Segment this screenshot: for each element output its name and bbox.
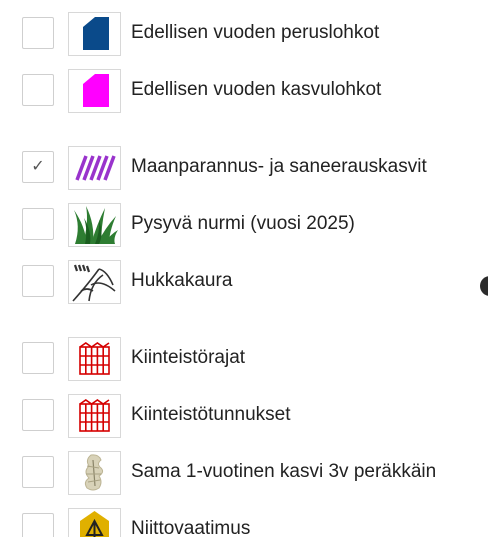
layer-label: Niittovaatimus — [131, 518, 251, 537]
layer-checkbox-wild-oat[interactable] — [22, 265, 54, 297]
layer-checkbox-same-crop-three-years[interactable] — [22, 456, 54, 488]
layer-label: Sama 1-vuotinen kasvi 3v peräkkäin — [131, 461, 437, 482]
layer-row-previous-year-growth-parcels[interactable]: Edellisen vuoden kasvulohkot — [0, 63, 488, 119]
layer-label: Edellisen vuoden peruslohkot — [131, 22, 380, 43]
previous-year-growth-parcel-icon — [68, 69, 121, 113]
layer-label: Edellisen vuoden kasvulohkot — [131, 79, 382, 100]
same-crop-icon — [68, 451, 121, 495]
layer-label: Kiinteistörajat — [131, 347, 246, 368]
layer-label: Pysyvä nurmi (vuosi 2025) — [131, 213, 355, 234]
layer-row-same-crop-three-years[interactable]: Sama 1-vuotinen kasvi 3v peräkkäin — [0, 445, 488, 501]
layer-row-property-boundaries[interactable]: Kiinteistörajat — [0, 331, 488, 387]
layer-row-previous-year-parcels[interactable]: Edellisen vuoden peruslohkot — [0, 6, 488, 62]
layer-checkbox-property-ids[interactable] — [22, 399, 54, 431]
layer-label: Hukkakaura — [131, 270, 233, 291]
layer-checkbox-mowing-requirement[interactable] — [22, 513, 54, 537]
layer-row-soil-improvement-crops[interactable]: ✓ Maanparannus- ja saneerauskasvit — [0, 140, 488, 196]
wild-oat-icon — [68, 260, 121, 304]
layer-row-mowing-requirement[interactable]: Niittovaatimus — [0, 502, 488, 537]
diagonal-hatch-icon — [68, 146, 121, 190]
layer-row-permanent-grassland[interactable]: Pysyvä nurmi (vuosi 2025) — [0, 197, 488, 253]
layer-checkbox-property-boundaries[interactable] — [22, 342, 54, 374]
layer-checkbox-previous-year-parcels[interactable] — [22, 17, 54, 49]
layer-checkbox-soil-improvement-crops[interactable]: ✓ — [22, 151, 54, 183]
previous-year-parcel-icon — [68, 12, 121, 56]
layer-list: Edellisen vuoden peruslohkot Edellisen v… — [0, 0, 488, 537]
property-id-icon — [68, 394, 121, 438]
layer-checkbox-permanent-grassland[interactable] — [22, 208, 54, 240]
grass-icon — [68, 203, 121, 247]
layer-row-wild-oat[interactable]: Hukkakaura — [0, 254, 488, 310]
layer-label: Maanparannus- ja saneerauskasvit — [131, 156, 427, 177]
check-mark-icon: ✓ — [31, 158, 45, 175]
layer-label: Kiinteistötunnukset — [131, 404, 291, 425]
layer-checkbox-previous-year-growth-parcels[interactable] — [22, 74, 54, 106]
property-boundary-icon — [68, 337, 121, 381]
mowing-requirement-icon — [68, 508, 121, 537]
layer-row-property-ids[interactable]: Kiinteistötunnukset — [0, 388, 488, 444]
